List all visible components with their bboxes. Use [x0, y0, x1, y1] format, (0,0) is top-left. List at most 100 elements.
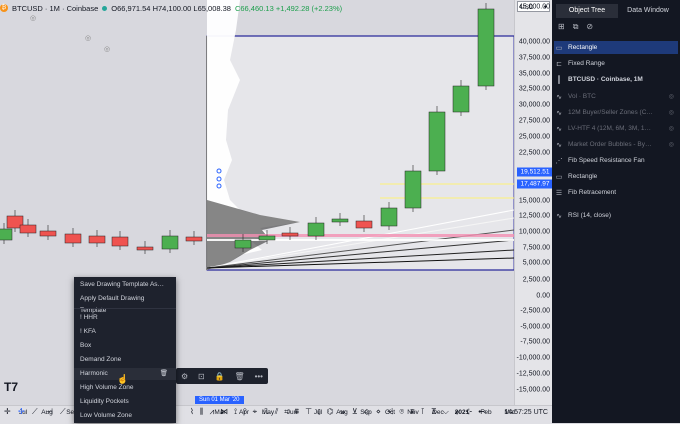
eye-icon[interactable]: ◎ — [669, 125, 674, 132]
price-tick-label: 40,000.00 — [518, 38, 550, 46]
drawing-tool-icon[interactable]: ⌵ — [443, 407, 449, 421]
drawing-tool-icon[interactable]: ⌇ — [190, 407, 194, 421]
menu-item-hhr[interactable]: ! HHR — [80, 312, 172, 324]
drawing-tool-icon[interactable]: ⊺ — [421, 407, 425, 421]
drawing-tool-icon[interactable]: ⩖ — [340, 407, 346, 421]
menu-item-save-template[interactable]: Save Drawing Template As… — [80, 279, 172, 291]
drawing-tool-icon[interactable]: ⫼ — [200, 407, 204, 421]
eye-icon[interactable]: ◎ — [669, 93, 674, 100]
candle — [258, 235, 276, 241]
drawing-tool-icon[interactable]: ⌾ — [399, 407, 404, 421]
trash-icon[interactable]: 🗑 — [160, 368, 168, 380]
drawing-tool-icon[interactable]: ⩩ — [295, 407, 299, 421]
drawing-tool-icon[interactable]: ⋄ — [376, 407, 381, 421]
menu-item-liquidity-pockets[interactable]: Liquidity Pockets — [80, 396, 172, 408]
drawing-tool-icon[interactable]: ⊻ — [352, 407, 358, 421]
drawing-tool-icon[interactable]: ⫯ — [243, 407, 246, 421]
drawing-tool-icon[interactable]: ⊷ — [478, 407, 486, 421]
tree-item-label: Rectangle — [568, 173, 598, 180]
new-folder-icon[interactable]: ⊞ — [558, 22, 565, 32]
drawing-tool-icon[interactable]: ⋈ — [220, 407, 228, 421]
candle — [452, 85, 470, 113]
menu-item-box[interactable]: Box — [80, 340, 172, 352]
drawing-tool-icon[interactable]: ⊼ — [431, 407, 437, 421]
link-icon[interactable]: ⊘ — [586, 22, 593, 32]
eye-icon[interactable]: ◎ — [85, 34, 91, 42]
trendline-icon[interactable]: ⟋ — [32, 407, 38, 417]
drawing-tool-icon[interactable]: ⟟ — [234, 407, 237, 421]
drawing-tool-icon[interactable]: ◇ — [364, 407, 370, 421]
eye-icon[interactable]: ◎ — [104, 45, 110, 53]
candle — [185, 236, 203, 242]
zone-pink — [207, 234, 514, 237]
tree-item[interactable]: ⊏ Fixed Range — [554, 57, 678, 70]
candle — [355, 220, 373, 229]
drawing-tool-icon[interactable]: ⌖ — [253, 407, 258, 421]
tab-object-tree[interactable]: Object Tree — [556, 4, 618, 18]
ray-icon[interactable]: ⟋ — [60, 407, 66, 417]
tree-item[interactable]: ▭ Rectangle — [554, 41, 678, 54]
tree-item-label: 12M Buyer/Seller Zones (C… — [568, 109, 653, 116]
candle — [19, 224, 37, 234]
more-icon[interactable]: ••• — [255, 372, 263, 381]
lock-icon[interactable]: 🔒 — [215, 372, 225, 381]
price-tick-label: 45,000.00 — [518, 3, 550, 11]
eye-icon[interactable]: ◎ — [669, 109, 674, 116]
drawing-tool-icon[interactable]: ⫽ — [275, 407, 279, 421]
candle — [88, 235, 106, 244]
tree-item[interactable]: ∿ LV-HTF 4 (12M, 6M, 3M, 1… ◎ — [554, 122, 678, 135]
candle — [111, 236, 129, 247]
candles-icon: ┃ — [556, 76, 562, 84]
tree-item[interactable]: ⋰ Fib Speed Resistance Fan — [554, 154, 678, 167]
price-tick-label: 37,500.00 — [518, 54, 550, 62]
drawing-tool-icon[interactable]: ⊤ — [305, 407, 312, 421]
tree-item[interactable]: ∿ Market Order Bubbles - By… ◎ — [554, 138, 678, 151]
market-status-icon — [102, 5, 108, 11]
tree-item[interactable]: ☰ Fib Retracement — [554, 186, 678, 199]
settings-icon[interactable]: ⚙ — [181, 372, 188, 381]
tab-data-window[interactable]: Data Window — [618, 4, 678, 18]
tree-item[interactable]: ∿ Vol · BTC ◎ — [554, 90, 678, 103]
wave-icon: ∿ — [556, 212, 562, 220]
price-tick-label: 25,000.00 — [518, 133, 550, 141]
drawing-tool-icon[interactable]: ⩘ — [210, 407, 215, 421]
fib-icon: ☰ — [555, 189, 563, 197]
cursor-icon[interactable]: ✢ — [18, 407, 25, 416]
rectangle-icon: ▭ — [555, 173, 563, 181]
eye-icon[interactable]: ◎ — [669, 141, 674, 148]
drawing-tool-icon[interactable]: ⌗ — [284, 407, 289, 421]
drawing-tool-icon[interactable]: ⎍ — [263, 407, 269, 421]
template-icon[interactable]: ⊡ — [198, 372, 205, 381]
tree-item[interactable]: ▭ Rectangle — [554, 170, 678, 183]
tree-item[interactable]: ┃ BTCUSD · Coinbase, 1M — [554, 73, 678, 86]
tree-item[interactable]: ∿ RSI (14, close) — [554, 209, 678, 222]
drawing-tool-icon[interactable]: ⫾ — [318, 407, 321, 421]
clock[interactable]: 14:57:25 UTC — [504, 409, 548, 416]
tree-item-label: Market Order Bubbles - By… — [568, 141, 652, 148]
tradingview-logo[interactable]: T7 — [4, 380, 18, 394]
eye-icon[interactable]: ◎ — [30, 14, 36, 22]
menu-item-kfa[interactable]: ! KFA — [80, 326, 172, 338]
drawing-tool-icon[interactable]: ⩨ — [410, 407, 415, 421]
drawing-tool-icon[interactable]: ⩦ — [455, 407, 460, 421]
tree-item-label: Fib Retracement — [568, 189, 617, 196]
price-tick-label: 30,000.00 — [518, 101, 550, 109]
drawing-tool-icon[interactable]: ⌬ — [327, 407, 334, 421]
price-tick-label: -12,500.00 — [516, 370, 550, 378]
price-tick-label: 22,500.00 — [518, 149, 550, 157]
drawing-tool-icon[interactable]: ⩤ — [387, 407, 393, 421]
wave-icon: ∿ — [556, 109, 562, 117]
copy-icon[interactable]: ⧉ — [573, 22, 579, 32]
menu-item-apply-default[interactable]: Apply Default Drawing Template — [80, 293, 172, 314]
price-axis[interactable]: USD ▾ 45,000.00 40,000.00 37,500.00 35,000.0… — [514, 0, 553, 405]
trash-icon[interactable]: 🗑 — [235, 372, 245, 381]
fan-icon: ⋰ — [555, 157, 563, 165]
wave-icon: ∿ — [556, 93, 562, 101]
crosshair-icon[interactable]: ✛ — [4, 407, 11, 416]
menu-item-low-volume-zone[interactable]: Low Volume Zone — [80, 410, 172, 422]
menu-item-demand-zone[interactable]: Demand Zone — [80, 354, 172, 366]
legend-symbol[interactable]: BTCUSD · 1M · Coinbase — [12, 4, 98, 13]
drawing-tool-icon[interactable]: ⊹ — [465, 407, 472, 421]
horizontal-line-icon[interactable]: ⊣ — [46, 407, 53, 416]
tree-item[interactable]: ∿ 12M Buyer/Seller Zones (C… ◎ — [554, 106, 678, 119]
